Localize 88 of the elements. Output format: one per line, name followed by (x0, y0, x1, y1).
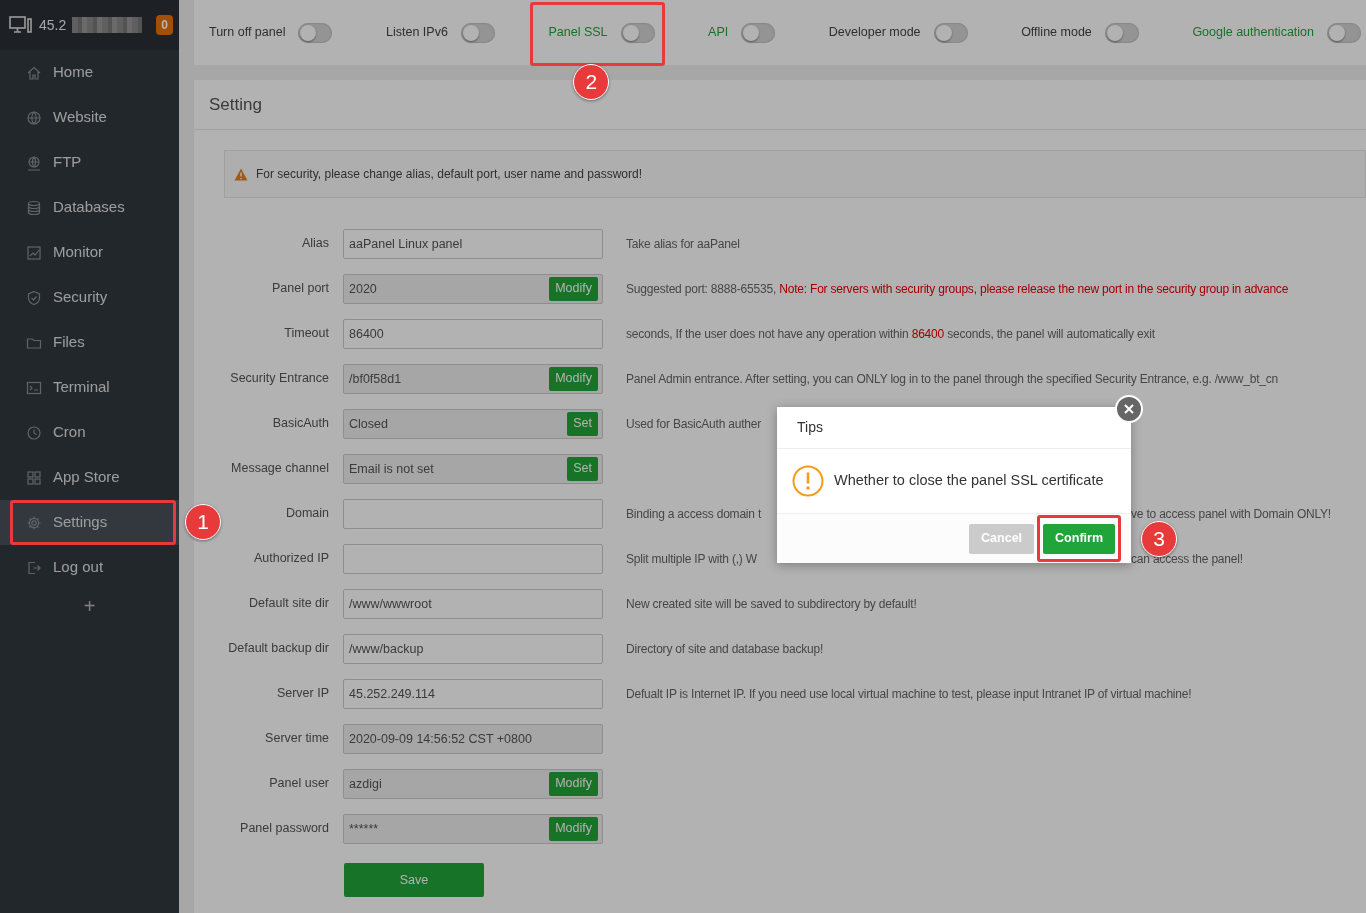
field-label: Default site dir (248, 595, 329, 613)
sidebar-item[interactable]: Monitor (0, 230, 179, 275)
field-label: Domain (284, 505, 329, 523)
toggle-switch[interactable] (933, 22, 968, 43)
settings-icon (26, 514, 42, 531)
field-label: Panel password (239, 820, 329, 838)
input-field[interactable]: 86400 (343, 318, 603, 349)
field-description: Binding a access domain t (626, 505, 762, 523)
close-icon (1124, 404, 1134, 414)
sidebar-item[interactable]: Files (0, 320, 179, 365)
toggle-switch[interactable] (298, 22, 333, 43)
server-address: 45.2 (39, 15, 67, 35)
field-description: Defualt IP is Internet IP. If you need use local virtual machine to test, please input Intranet IP of virtual machine! (626, 685, 1192, 703)
field-label: Panel port (271, 280, 329, 298)
input-field[interactable]: aaPanel Linux panel (343, 228, 603, 259)
modify-button[interactable]: Modify (549, 276, 598, 301)
grid-icon (26, 469, 42, 486)
toggle-label: Turn off panel (209, 24, 286, 42)
warning-icon (234, 167, 248, 181)
sidebar-item[interactable]: App Store (0, 455, 179, 500)
input-field[interactable]: /www/backup (343, 633, 603, 664)
field-label: BasicAuth (271, 415, 329, 433)
toggle-label: Listen IPv6 (386, 24, 448, 42)
alert-text: For security, please change alias, default port, user name and password! (256, 166, 642, 183)
save-button[interactable]: Save (344, 863, 484, 897)
toggle-switch[interactable] (1327, 22, 1361, 43)
input-field[interactable] (343, 543, 603, 574)
field-label: Default backup dir (227, 640, 329, 658)
add-button[interactable]: + (77, 594, 102, 618)
dialog-title: Tips (777, 407, 1131, 449)
sidebar-item[interactable]: Cron (0, 410, 179, 455)
modify-button[interactable]: Modify (549, 816, 598, 841)
field-description: Take alias for aaPanel (626, 235, 740, 253)
logout-icon (26, 559, 42, 576)
input-field[interactable]: 45.252.249.114 (343, 678, 603, 709)
sidebar-item[interactable]: Security (0, 275, 179, 320)
sidebar-item[interactable]: Databases (0, 185, 179, 230)
toggle-switch[interactable] (620, 22, 655, 43)
globe-icon (26, 154, 42, 171)
field-description: Panel Admin entrance. After setting, you can ONLY log in to the panel through the specified Security Entrance, e.g. /www_bt_cn (626, 370, 1279, 388)
field-description: Suggested port: 8888-65535, Note: For servers with security groups, please release the new port in the security group in advance (626, 280, 1289, 298)
toggle-label: Panel SSL (548, 24, 608, 42)
field-description: Split multiple IP with (,) W (626, 550, 757, 568)
set-button[interactable]: Set (567, 456, 598, 481)
notification-badge[interactable]: 0 (156, 15, 173, 35)
input-field[interactable]: /www/wwwroot (343, 588, 603, 619)
sidebar-item[interactable]: Log out (0, 545, 179, 590)
field-description: seconds, If the user does not have any operation within 86400 seconds, the panel will automatically exit (626, 325, 1155, 343)
field-description: ve to access panel with Domain ONLY! (1131, 505, 1331, 523)
field-description: Used for BasicAuth auther (626, 415, 762, 433)
globe-icon (26, 109, 42, 126)
sidebar-item[interactable]: FTP (0, 140, 179, 185)
sidebar-item[interactable]: Terminal (0, 365, 179, 410)
terminal-icon (26, 379, 42, 396)
toggle-label: API (708, 24, 729, 42)
shield-icon (26, 289, 42, 306)
toggle-switch[interactable] (1104, 22, 1139, 43)
server-icon (9, 16, 33, 34)
set-button[interactable]: Set (567, 411, 598, 436)
modify-button[interactable]: Modify (549, 771, 598, 796)
toggle-label: Offline mode (1021, 24, 1092, 42)
dialog-message: Whether to close the panel SSL certificate (834, 471, 1104, 491)
sidebar-item[interactable]: Home (0, 50, 179, 95)
field-description: Directory of site and database backup! (626, 640, 824, 658)
clock-icon (26, 424, 42, 441)
input-field[interactable] (343, 498, 603, 529)
warning-icon (792, 465, 824, 497)
confirm-button[interactable]: Confirm (1043, 523, 1115, 554)
field-label: Server IP (275, 685, 329, 703)
field-label: Security Entrance (229, 370, 329, 388)
toggle-switch[interactable] (460, 22, 495, 43)
field-label: Timeout (283, 325, 329, 343)
chart-icon (26, 244, 42, 261)
field-label: Message channel (230, 460, 329, 478)
redaction-mark (72, 17, 143, 33)
field-label: Server time (264, 730, 329, 748)
database-icon (26, 199, 42, 216)
toggle-label: Developer mode (828, 24, 921, 42)
field-description: New created site will be saved to subdirectory by default! (626, 595, 917, 613)
input-field[interactable]: 2020-09-09 14:56:52 CST +0800 (343, 723, 603, 754)
field-label: Panel user (268, 775, 329, 793)
sidebar-item[interactable]: Website (0, 95, 179, 140)
field-label: Alias (300, 235, 329, 253)
field-label: Authorized IP (252, 550, 329, 568)
home-icon (26, 64, 42, 81)
modify-button[interactable]: Modify (549, 366, 598, 391)
toggle-switch[interactable] (741, 22, 776, 43)
toggle-label: Google authentication (1192, 24, 1314, 42)
